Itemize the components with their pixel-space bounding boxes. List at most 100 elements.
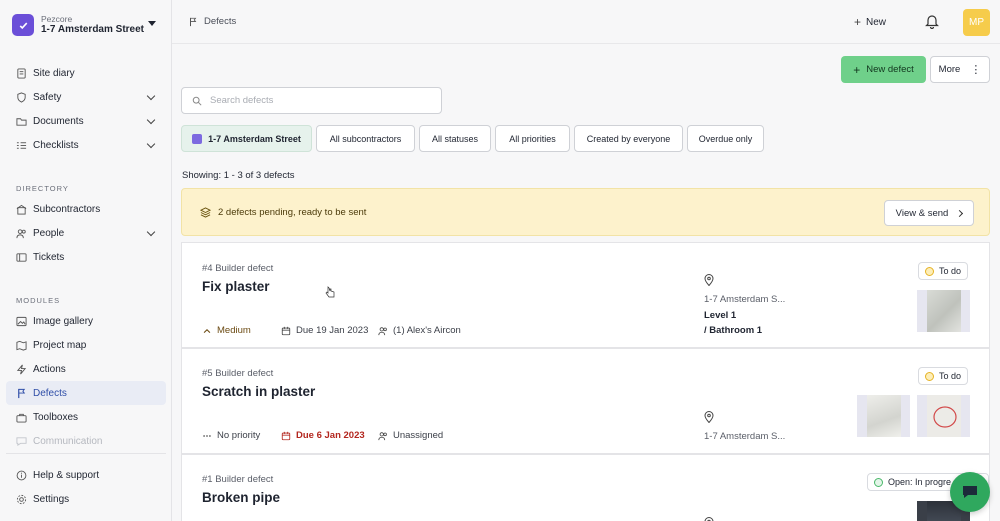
sidebar-divider bbox=[6, 453, 166, 454]
book-icon bbox=[16, 67, 27, 79]
defect-card[interactable]: #5 Builder defect Scratch in plaster No … bbox=[181, 348, 990, 454]
checklist-icon bbox=[16, 140, 27, 151]
defect-ref: #4 Builder defect bbox=[202, 263, 274, 274]
defect-title[interactable]: Broken pipe bbox=[202, 490, 280, 505]
bell-icon[interactable] bbox=[924, 13, 940, 29]
search-box bbox=[181, 87, 442, 114]
filter-label: 1-7 Amsterdam Street bbox=[208, 133, 301, 144]
sidebar-item-settings[interactable]: Settings bbox=[6, 487, 166, 511]
status-badge[interactable]: To do bbox=[918, 367, 969, 385]
new-defect-label: New defect bbox=[866, 64, 914, 75]
filter-priorities[interactable]: All priorities bbox=[495, 125, 570, 152]
defect-assignee: (1) Alex's Aircon bbox=[378, 325, 461, 336]
chevron-down-icon bbox=[146, 115, 156, 125]
defect-title[interactable]: Fix plaster bbox=[202, 279, 270, 294]
sidebar-item-help[interactable]: Help & support bbox=[6, 463, 166, 487]
filter-label: Overdue only bbox=[698, 133, 753, 144]
due-label: Due 6 Jan 2023 bbox=[296, 430, 365, 441]
people-icon bbox=[16, 228, 27, 239]
defect-due: Due 19 Jan 2023 bbox=[281, 325, 368, 336]
chat-launcher-button[interactable] bbox=[950, 472, 990, 512]
section-title-directory: DIRECTORY bbox=[16, 184, 69, 193]
sidebar-item-subcontractors[interactable]: Subcontractors bbox=[6, 197, 166, 221]
sidebar-item-actions[interactable]: Actions bbox=[6, 357, 166, 381]
filter-statuses[interactable]: All statuses bbox=[419, 125, 491, 152]
sidebar-item-documents[interactable]: Documents bbox=[6, 109, 166, 133]
defect-priority: No priority bbox=[202, 430, 260, 441]
status-label: To do bbox=[939, 371, 962, 381]
sidebar-item-label: Toolboxes bbox=[33, 411, 79, 423]
more-button[interactable]: More ⋮ bbox=[930, 56, 990, 83]
new-defect-button[interactable]: + New defect bbox=[841, 56, 926, 83]
location-pin-icon bbox=[704, 411, 714, 423]
sidebar-item-people[interactable]: People bbox=[6, 221, 166, 245]
section-title-modules: MODULES bbox=[16, 296, 61, 305]
sidebar-item-label: Checklists bbox=[33, 139, 79, 151]
sidebar-item-label: Tickets bbox=[33, 251, 65, 263]
defect-card[interactable]: #4 Builder defect Fix plaster Medium Due… bbox=[181, 242, 990, 348]
banner-text: 2 defects pending, ready to be sent bbox=[218, 207, 367, 218]
plus-icon: + bbox=[854, 15, 862, 29]
org-switcher[interactable]: Pezcore 1-7 Amsterdam Street bbox=[12, 12, 162, 38]
breadcrumb: Defects bbox=[188, 16, 236, 27]
new-menu-button[interactable]: + New bbox=[854, 15, 886, 29]
folder-icon bbox=[16, 116, 27, 127]
layers-icon bbox=[200, 207, 211, 218]
breadcrumb-current: Defects bbox=[204, 16, 237, 27]
status-label: To do bbox=[939, 266, 962, 276]
sidebar-item-site-diary[interactable]: Site diary bbox=[6, 61, 166, 85]
sidebar-item-label: Documents bbox=[33, 115, 84, 127]
photo-image bbox=[926, 290, 961, 332]
org-logo-icon bbox=[12, 14, 34, 36]
sidebar-item-communication[interactable]: Communication bbox=[6, 429, 166, 453]
sidebar-item-safety[interactable]: Safety bbox=[6, 85, 166, 109]
location-room: / Bathroom 1 bbox=[704, 325, 763, 336]
defect-ref: #5 Builder defect bbox=[202, 368, 274, 379]
filter-site[interactable]: 1-7 Amsterdam Street bbox=[181, 125, 312, 152]
location-site: 1-7 Amsterdam S... bbox=[704, 431, 786, 442]
view-send-button[interactable]: View & send bbox=[884, 200, 974, 226]
priority-label: Medium bbox=[217, 325, 251, 336]
flag-icon bbox=[16, 388, 27, 399]
location-level: Level 1 bbox=[704, 310, 737, 321]
sidebar-item-label: People bbox=[33, 227, 65, 239]
assignee-label: (1) Alex's Aircon bbox=[393, 325, 461, 336]
flag-icon bbox=[190, 17, 197, 26]
filter-overdue[interactable]: Overdue only bbox=[687, 125, 764, 152]
filter-created-by[interactable]: Created by everyone bbox=[574, 125, 683, 152]
sidebar-item-project-map[interactable]: Project map bbox=[6, 333, 166, 357]
filter-label: All subcontractors bbox=[329, 133, 402, 144]
top-bar: Defects + New MP bbox=[172, 0, 1000, 44]
new-label: New bbox=[866, 16, 887, 28]
dots-icon bbox=[203, 434, 211, 437]
filter-subcontractors[interactable]: All subcontractors bbox=[316, 125, 415, 152]
defect-title[interactable]: Scratch in plaster bbox=[202, 384, 315, 399]
map-icon bbox=[16, 340, 27, 351]
avatar[interactable]: MP bbox=[963, 9, 990, 36]
circle-markup-icon bbox=[932, 406, 957, 428]
filter-label: All statuses bbox=[431, 133, 479, 144]
sidebar-item-tickets[interactable]: Tickets bbox=[6, 245, 166, 269]
chat-icon bbox=[16, 436, 27, 447]
defect-photo[interactable] bbox=[917, 290, 970, 332]
results-count: Showing: 1 - 3 of 3 defects bbox=[182, 170, 295, 181]
sidebar-item-checklists[interactable]: Checklists bbox=[6, 133, 166, 157]
search-input[interactable] bbox=[210, 95, 430, 106]
sidebar-item-label: Defects bbox=[33, 387, 67, 399]
banner-message: 2 defects pending, ready to be sent bbox=[200, 207, 366, 218]
sidebar-item-defects[interactable]: Defects bbox=[6, 381, 166, 405]
defect-photo[interactable] bbox=[917, 395, 970, 437]
status-dot-icon bbox=[925, 371, 934, 381]
defect-card[interactable]: #1 Builder defect Broken pipe Open: In p… bbox=[181, 454, 990, 521]
calendar-icon bbox=[281, 326, 291, 335]
sidebar-item-image-gallery[interactable]: Image gallery bbox=[6, 309, 166, 333]
org-name: Pezcore bbox=[41, 13, 73, 24]
sidebar-item-label: Project map bbox=[33, 339, 87, 351]
defect-photo[interactable] bbox=[857, 395, 910, 437]
due-label: Due 19 Jan 2023 bbox=[296, 325, 369, 336]
filter-label: Created by everyone bbox=[586, 133, 671, 144]
status-badge[interactable]: To do bbox=[918, 262, 969, 280]
search-icon bbox=[192, 96, 202, 106]
hand-cursor-icon bbox=[325, 286, 335, 298]
sidebar-item-toolboxes[interactable]: Toolboxes bbox=[6, 405, 166, 429]
